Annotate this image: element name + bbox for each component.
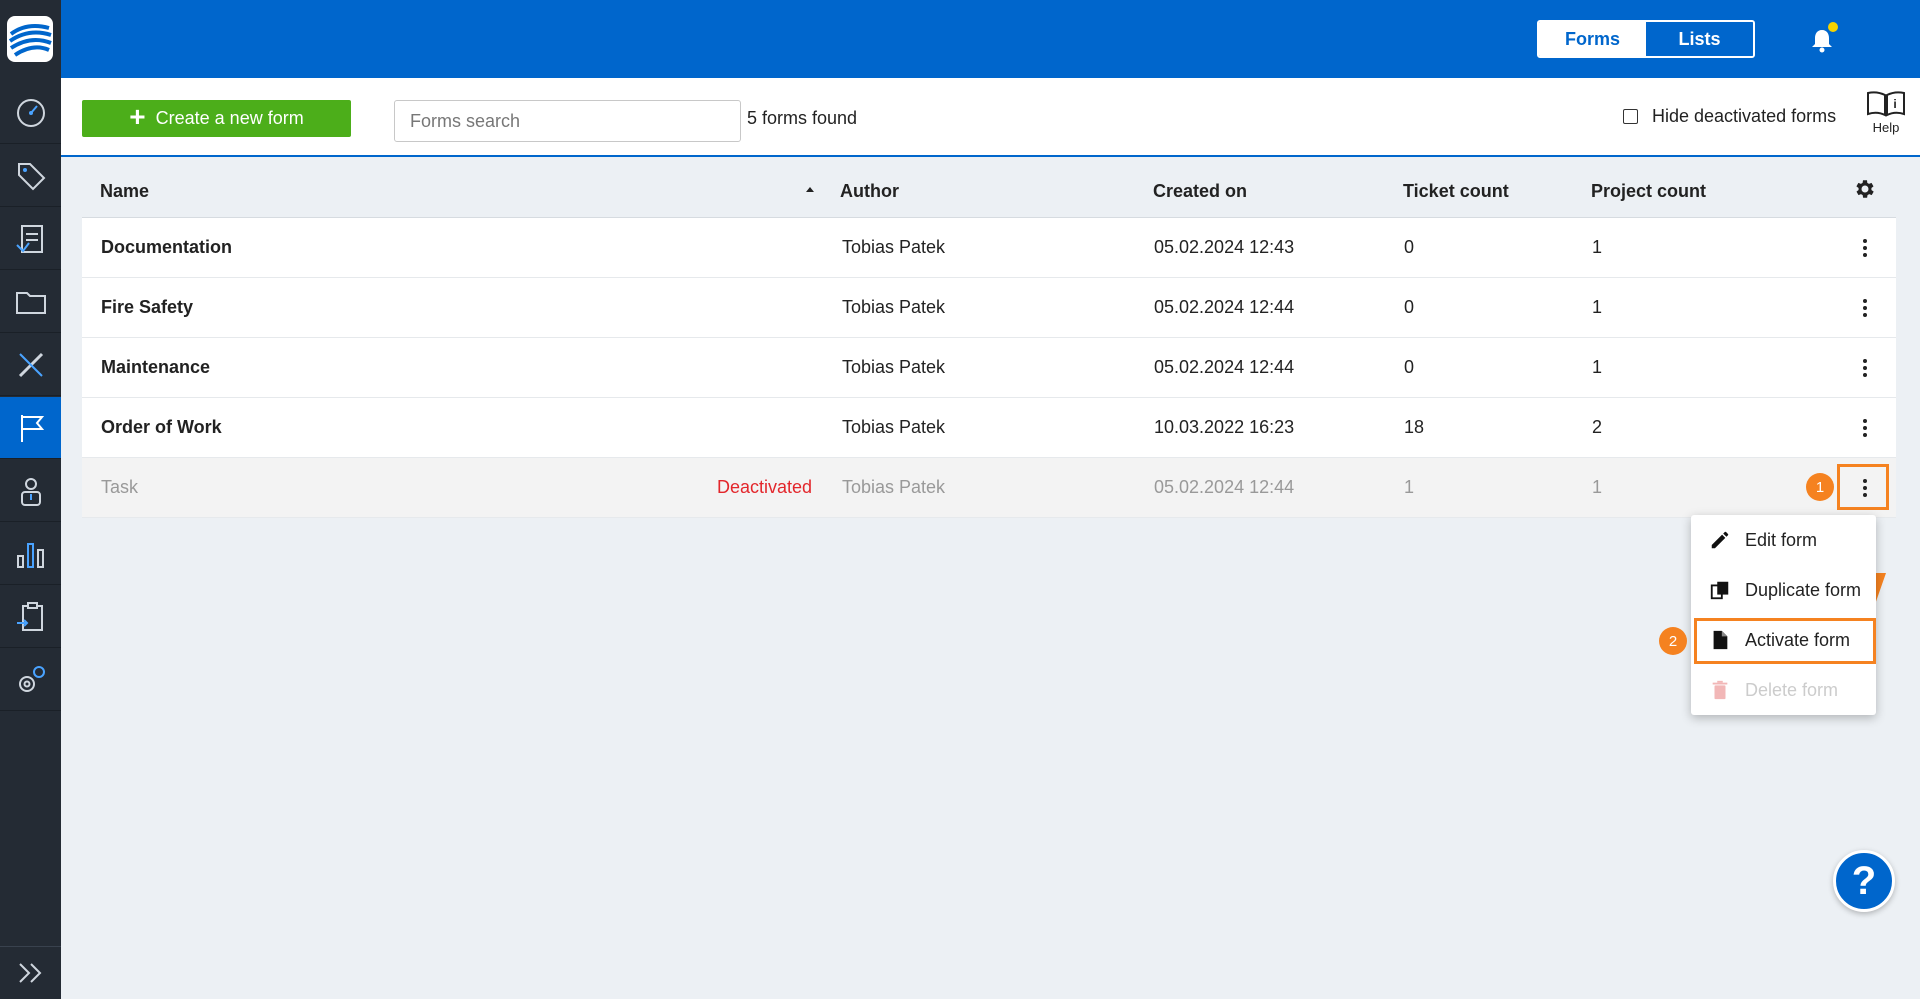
activate-highlight-box (1694, 618, 1876, 664)
svg-text:i: i (1893, 97, 1896, 111)
column-settings-gear-icon[interactable] (1853, 177, 1877, 201)
forms-toolbar: + Create a new form 5 forms found Hide d… (61, 78, 1920, 157)
form-name[interactable]: Fire Safety (101, 297, 193, 318)
step-badge-1: 1 (1806, 473, 1834, 501)
menu-item-label: Delete form (1745, 679, 1839, 700)
tools-icon[interactable] (0, 334, 61, 396)
row-actions-kebab-icon[interactable] (1853, 416, 1877, 440)
form-project-count: 1 (1592, 237, 1603, 257)
form-author: Tobias Patek (842, 237, 946, 257)
trash-icon (1712, 680, 1728, 700)
dashboard-icon[interactable] (0, 82, 61, 144)
form-created-on: 05.02.2024 12:44 (1154, 477, 1295, 497)
menu-item-duplicate-form[interactable]: Duplicate form (1691, 565, 1876, 615)
forms-flag-icon[interactable] (0, 397, 61, 459)
create-form-button[interactable]: + Create a new form (82, 100, 351, 137)
forms-search-input[interactable] (394, 100, 741, 142)
column-header-name[interactable]: Name (100, 181, 149, 202)
form-created-on: 05.02.2024 12:43 (1154, 237, 1295, 257)
form-author: Tobias Patek (842, 297, 946, 317)
form-name[interactable]: Task (101, 477, 138, 498)
settings-icon[interactable] (0, 649, 61, 711)
table-row-deactivated[interactable]: Task Deactivated Tobias Patek 05.02.2024… (82, 458, 1896, 518)
form-created-on: 05.02.2024 12:44 (1154, 357, 1295, 377)
table-header: Name Author Created on Ticket count Proj… (82, 157, 1896, 218)
plus-icon: + (129, 101, 146, 132)
app-logo[interactable] (7, 16, 53, 62)
form-ticket-count: 18 (1404, 417, 1425, 437)
menu-item-delete-form: Delete form (1691, 665, 1876, 715)
column-header-created-on[interactable]: Created on (1153, 181, 1247, 202)
form-author: Tobias Patek (842, 357, 946, 377)
forms-found-count: 5 forms found (747, 108, 858, 128)
form-project-count: 1 (1592, 357, 1603, 377)
statistics-icon[interactable] (0, 523, 61, 585)
table-row[interactable]: Maintenance Tobias Patek 05.02.2024 12:4… (82, 338, 1896, 398)
notification-dot (1828, 22, 1838, 32)
hide-deactivated-label: Hide deactivated forms (1652, 106, 1837, 126)
tab-forms[interactable]: Forms (1539, 22, 1646, 56)
form-name[interactable]: Order of Work (101, 417, 222, 438)
forms-lists-toggle: Forms Lists (1537, 20, 1755, 58)
kebab-highlight-box (1837, 464, 1889, 510)
form-project-count: 1 (1592, 297, 1603, 317)
form-name[interactable]: Documentation (101, 237, 232, 258)
form-name[interactable]: Maintenance (101, 357, 210, 378)
column-header-ticket-count[interactable]: Ticket count (1403, 181, 1509, 202)
tab-lists[interactable]: Lists (1646, 22, 1753, 56)
deactivated-badge: Deactivated (717, 477, 813, 497)
folder-icon[interactable] (0, 271, 61, 333)
table-row[interactable]: Fire Safety Tobias Patek 05.02.2024 12:4… (82, 278, 1896, 338)
step-badge-2: 2 (1659, 627, 1687, 655)
book-icon: i (1867, 91, 1905, 117)
form-ticket-count: 1 (1404, 477, 1415, 497)
row-actions-menu: Edit form Duplicate form Activate form D… (1691, 515, 1876, 715)
form-ticket-count: 0 (1404, 237, 1415, 257)
sidebar (0, 0, 61, 999)
forms-table: Name Author Created on Ticket count Proj… (82, 157, 1896, 518)
table-row[interactable]: Documentation Tobias Patek 05.02.2024 12… (82, 218, 1896, 278)
tags-icon[interactable] (0, 145, 61, 207)
create-form-label: Create a new form (155, 108, 304, 128)
clipboard-icon[interactable] (0, 586, 61, 648)
form-author: Tobias Patek (842, 417, 946, 437)
menu-item-label: Edit form (1745, 529, 1818, 550)
reports-icon[interactable] (0, 208, 61, 270)
form-created-on: 05.02.2024 12:44 (1154, 297, 1295, 317)
hide-deactivated-toggle[interactable]: Hide deactivated forms (1623, 106, 1836, 127)
row-actions-kebab-icon[interactable] (1853, 296, 1877, 320)
hide-deactivated-checkbox[interactable] (1623, 109, 1638, 124)
row-actions-kebab-icon[interactable] (1853, 236, 1877, 260)
menu-item-edit-form[interactable]: Edit form (1691, 515, 1876, 565)
expand-sidebar-icon[interactable] (0, 946, 61, 999)
help-label: Help (1872, 120, 1900, 135)
pencil-icon (1711, 531, 1729, 549)
form-project-count: 2 (1592, 417, 1603, 437)
help-button[interactable]: i Help (1861, 90, 1911, 140)
form-author: Tobias Patek (842, 477, 946, 497)
column-header-author[interactable]: Author (840, 181, 899, 202)
table-row[interactable]: Order of Work Tobias Patek 10.03.2022 16… (82, 398, 1896, 458)
copy-icon (1710, 581, 1729, 600)
form-ticket-count: 0 (1404, 297, 1415, 317)
sort-ascending-icon[interactable] (806, 187, 814, 192)
form-ticket-count: 0 (1404, 357, 1415, 377)
row-actions-kebab-icon[interactable] (1853, 356, 1877, 380)
form-created-on: 10.03.2022 16:23 (1154, 417, 1295, 437)
column-header-project-count[interactable]: Project count (1591, 181, 1706, 202)
help-fab-button[interactable]: ? (1833, 850, 1895, 912)
user-icon[interactable] (0, 460, 61, 522)
menu-item-label: Duplicate form (1745, 579, 1862, 600)
form-project-count: 1 (1592, 477, 1603, 497)
